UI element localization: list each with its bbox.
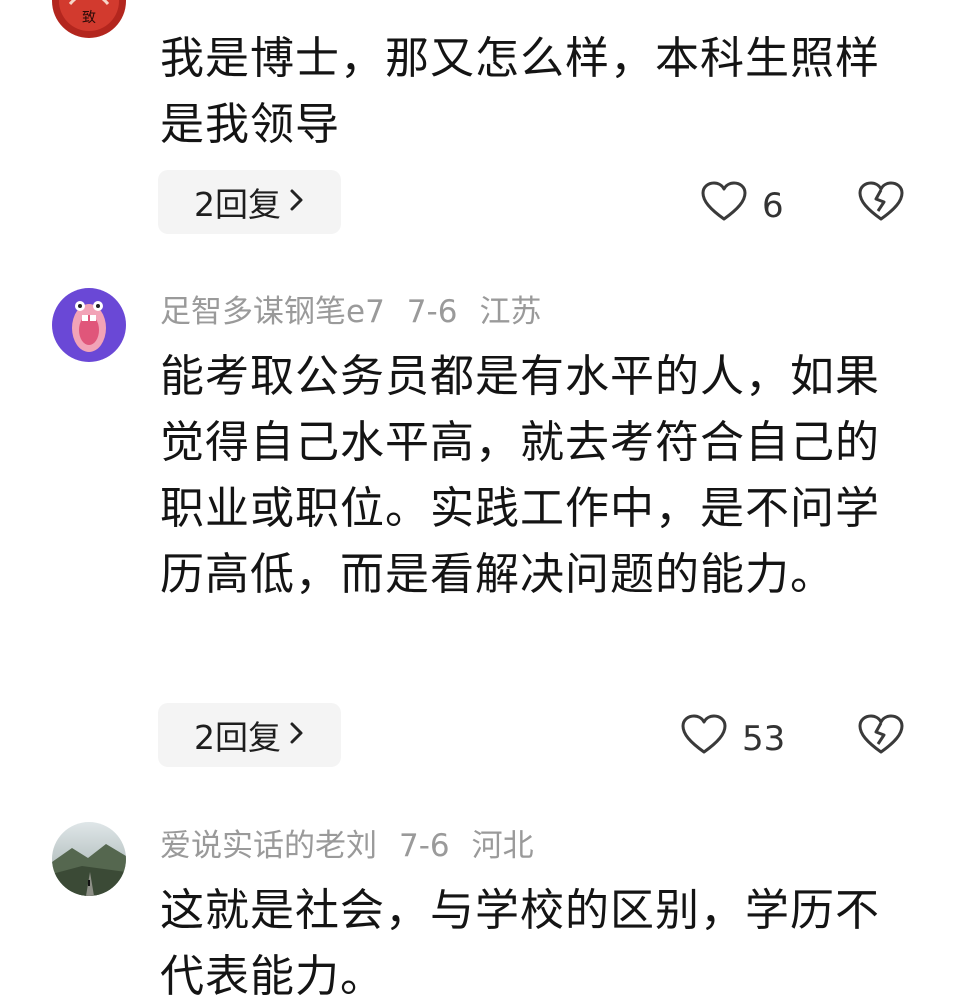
comment-feed: 致 我是博士，那又怎么样，本科生照样是我领导 2回复 6 足智多谋钢笔e7 7-… (0, 0, 960, 999)
comment-text: 能考取公务员都是有水平的人，如果觉得自己水平高，就去考符合自己的职业或职位。实践… (160, 351, 880, 600)
reply-button[interactable]: 2回复 (158, 170, 341, 234)
reply-button[interactable]: 2回复 (158, 703, 341, 767)
dislike-button[interactable] (857, 180, 905, 226)
avatar[interactable] (52, 822, 126, 896)
broken-heart-icon (858, 181, 904, 221)
comment-meta: 爱说实话的老刘 7-6 河北 (160, 826, 556, 866)
reply-label: 2回复 (194, 185, 281, 224)
username[interactable]: 足智多谋钢笔e7 (160, 294, 385, 330)
like-button[interactable]: 53 (680, 713, 785, 764)
comment-date: 7-6 (406, 294, 458, 330)
avatar[interactable] (52, 288, 126, 362)
reply-label: 2回复 (194, 718, 281, 757)
comment-date: 7-6 (399, 828, 450, 864)
chevron-right-icon (289, 185, 305, 220)
like-count: 6 (762, 185, 784, 226)
dislike-button[interactable] (857, 713, 905, 759)
broken-heart-icon (858, 714, 904, 754)
svg-text:致: 致 (82, 10, 96, 26)
like-button[interactable]: 6 (700, 180, 784, 231)
heart-outline-icon (700, 180, 762, 231)
comment-location: 河北 (471, 828, 534, 864)
comment-location: 江苏 (479, 294, 542, 330)
chevron-right-icon (289, 718, 305, 753)
like-count: 53 (742, 718, 786, 759)
avatar[interactable]: 致 (52, 0, 126, 38)
comment-text: 我是博士，那又怎么样，本科生照样是我领导 (160, 33, 880, 150)
comment-text: 这就是社会，与学校的区别，学历不代表能力。 (160, 885, 880, 999)
comment-meta: 足智多谋钢笔e7 7-6 江苏 (160, 292, 563, 332)
heart-outline-icon (680, 713, 742, 764)
username[interactable]: 爱说实话的老刘 (160, 828, 377, 864)
